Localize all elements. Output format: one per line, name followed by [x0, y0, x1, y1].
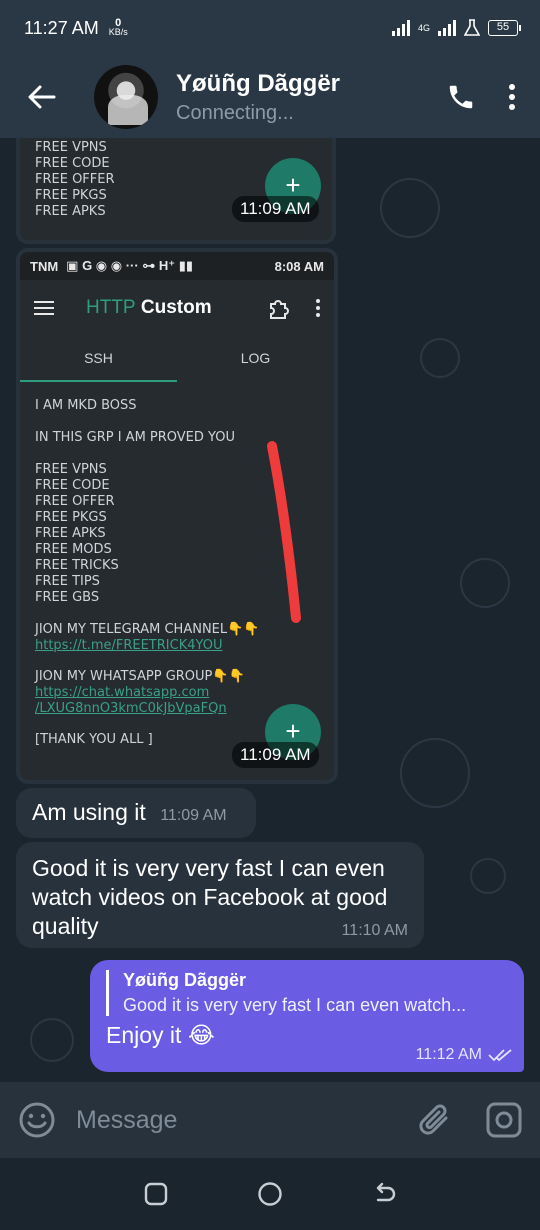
avatar[interactable]: [94, 65, 158, 129]
message-input[interactable]: Message: [76, 1106, 418, 1135]
incoming-message[interactable]: Am using it 11:09 AM: [16, 788, 256, 838]
network-speed-unit: KB/s: [108, 27, 128, 37]
list-item: FREE OFFER: [35, 172, 115, 187]
screenshot-image: FREE VPNS FREE CODE FREE OFFER FREE PKGS…: [20, 138, 332, 240]
list-item: FREE CODE: [35, 156, 110, 171]
outgoing-message[interactable]: Yøüñg Dãggër Good it is very very fast I…: [90, 960, 524, 1072]
message-text-line: watch videos on Facebook at good: [32, 884, 388, 910]
text-line: I AM MKD BOSS: [35, 398, 137, 413]
message-time: 11:12 AM: [415, 1046, 482, 1063]
message-text: Am using it: [32, 799, 146, 825]
message-time: 11:09 AM: [232, 742, 319, 768]
incoming-message[interactable]: Good it is very very fast I can even wat…: [16, 842, 424, 948]
home-icon[interactable]: [257, 1181, 283, 1207]
message-text-line: Good it is very very fast I can even: [32, 855, 385, 881]
contact-info[interactable]: Yøüñg Dãggër Connecting...: [176, 70, 340, 125]
signal-icon: [391, 20, 410, 36]
image-message[interactable]: TNM ▣ G ◉ ◉ ··· ⊶ H⁺ ▮▮ 8:08 AM HTTP Cus…: [16, 248, 338, 784]
phone-icon[interactable]: [446, 82, 476, 112]
reply-quote[interactable]: Yøüñg Dãggër Good it is very very fast I…: [106, 970, 510, 1016]
screenshot-tabs: SSH LOG: [20, 336, 334, 382]
attach-icon[interactable]: [418, 1101, 452, 1139]
status-time: 11:27 AM: [24, 17, 99, 38]
recent-apps-icon[interactable]: [144, 1182, 168, 1206]
arrow-left-icon: [28, 85, 56, 109]
red-marker-stroke: [267, 441, 301, 623]
free-list: FREE VPNS FREE CODE FREE OFFER FREE PKGS…: [35, 140, 115, 218]
network-speed: 0 KB/s: [108, 18, 128, 37]
battery-indicator: 55: [488, 20, 521, 36]
screenshot-time: 8:08 AM: [274, 258, 324, 274]
wallpaper-doodle: [380, 178, 440, 238]
more-vert-icon[interactable]: [508, 83, 516, 111]
screenshot-app-bar: HTTP Custom: [20, 280, 334, 336]
telegram-link: https://t.me/FREETRICK4YOU: [35, 638, 223, 653]
flask-icon: [464, 19, 480, 36]
tab-ssh: SSH: [20, 336, 177, 382]
double-check-icon: [488, 1049, 512, 1062]
tab-log: LOG: [240, 350, 271, 366]
whatsapp-link: https://chat.whatsapp.com: [35, 685, 210, 700]
message-text: Enjoy it 😂: [106, 1022, 215, 1048]
screenshot-image: TNM ▣ G ◉ ◉ ··· ⊶ H⁺ ▮▮ 8:08 AM HTTP Cus…: [20, 252, 334, 780]
reply-text: Good it is very very fast I can even wat…: [123, 995, 467, 1015]
wallpaper-doodle: [30, 1018, 74, 1062]
menu-icon: [34, 301, 54, 315]
app-title-part: HTTP: [86, 297, 136, 318]
screenshot-status-bar: TNM ▣ G ◉ ◉ ··· ⊶ H⁺ ▮▮ 8:08 AM: [20, 252, 334, 280]
network-type: 4G: [417, 23, 430, 33]
contact-status: Connecting...: [176, 101, 294, 124]
app-title-part: Custom: [140, 297, 212, 318]
contact-name: Yøüñg Dãggër: [176, 69, 341, 97]
message-time: 11:09 AM: [232, 196, 319, 222]
screenshot-carrier: TNM: [30, 258, 59, 274]
image-message[interactable]: FREE VPNS FREE CODE FREE OFFER FREE PKGS…: [16, 138, 336, 244]
system-nav-bar: [0, 1158, 540, 1230]
text-line: JION MY WHATSAPP GROUP👇👇: [35, 669, 245, 684]
wallpaper-doodle: [420, 338, 460, 378]
signal-icon-2: [438, 20, 456, 36]
status-bar: 11:27 AM 0 KB/s 4G 55: [0, 0, 540, 56]
camera-icon[interactable]: [486, 1102, 522, 1138]
reply-sender: Yøüñg Dãggër: [123, 970, 247, 990]
back-nav-icon[interactable]: [372, 1182, 396, 1206]
wallpaper-doodle: [470, 858, 506, 894]
screenshot-status-icons: ▣ G ◉ ◉ ··· ⊶ H⁺ ▮▮: [66, 258, 194, 273]
message-input-bar: Message: [0, 1082, 540, 1158]
back-button[interactable]: [22, 77, 62, 117]
list-item: FREE APKS: [35, 204, 106, 218]
wallpaper-doodle: [460, 558, 510, 608]
list-item: FREE VPNS: [35, 140, 107, 155]
chat-area[interactable]: FREE VPNS FREE CODE FREE OFFER FREE PKGS…: [0, 138, 540, 1082]
list-item: FREE PKGS: [35, 188, 107, 203]
more-vert-icon: [316, 299, 320, 317]
chat-header: Yøüñg Dãggër Connecting...: [0, 56, 540, 138]
message-time: 11:10 AM: [341, 922, 408, 939]
screenshot-app-title: HTTP Custom: [86, 297, 212, 319]
puzzle-icon: [270, 300, 289, 319]
message-time: 11:09 AM: [160, 807, 227, 824]
wallpaper-doodle: [400, 738, 470, 808]
emoji-icon[interactable]: [18, 1101, 56, 1139]
